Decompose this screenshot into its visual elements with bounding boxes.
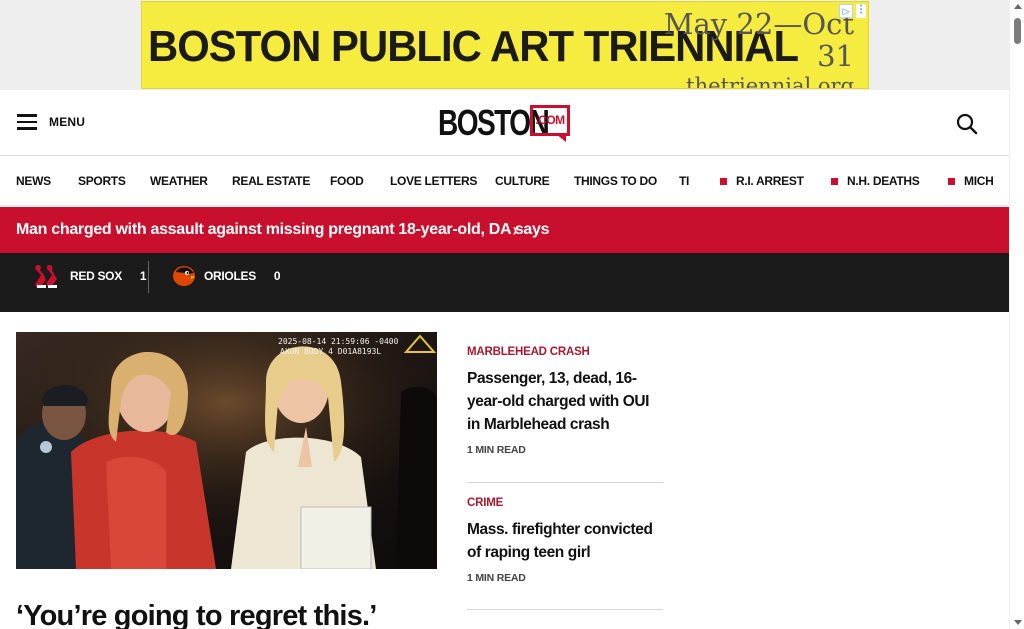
team-score: 1: [139, 269, 147, 283]
nav-item-things-to-do[interactable]: THINGS TO DO: [574, 174, 657, 188]
red-sox-logo-icon: [35, 265, 57, 288]
menu-button[interactable]: MENU: [17, 114, 85, 130]
story-list: MARBLEHEAD CRASH Passenger, 13, dead, 16…: [467, 346, 663, 610]
trending-marker: [948, 177, 955, 185]
bodycam-device-id: AXON BODY 4 D01A8193L: [280, 347, 381, 356]
nav-item-culture[interactable]: CULTURE: [495, 174, 550, 188]
scores-bar: RED SOX 1 ORIOLES 0: [0, 253, 1009, 312]
story-title[interactable]: Passenger, 13, dead, 16-year-old charged…: [467, 367, 663, 436]
section-nav: NEWS SPORTS WEATHER REAL ESTATE FOOD LOV…: [0, 156, 1009, 206]
nav-item-truncated[interactable]: TI: [679, 174, 689, 188]
trending-item[interactable]: N.H. DEATHS: [831, 174, 920, 188]
trending-item[interactable]: MICH: [948, 174, 994, 188]
breaking-news-text: Man charged with assault against missing…: [16, 221, 550, 238]
team-name: RED SOX: [70, 269, 122, 283]
trending-label: N.H. DEATHS: [847, 174, 920, 188]
nav-item-sports[interactable]: SPORTS: [78, 174, 126, 188]
site-logo[interactable]: BOSTON .COM: [438, 103, 572, 143]
scroll-up-arrow-icon[interactable]: [1014, 4, 1022, 9]
ad-dates: May 22—Oct 31: [663, 7, 854, 73]
chevron-right-icon: ›: [512, 220, 518, 240]
logo-suffix: .COM: [530, 105, 570, 136]
nav-item-news[interactable]: NEWS: [16, 174, 51, 188]
trending-label: R.I. ARREST: [736, 174, 804, 188]
nav-item-real-estate[interactable]: REAL ESTATE: [232, 174, 310, 188]
bodycam-photo: 2025-08-14 21:59:06 -0400 AXON BODY 4 D0…: [16, 332, 437, 569]
list-item[interactable]: MARBLEHEAD CRASH Passenger, 13, dead, 16…: [467, 346, 663, 483]
nav-item-food[interactable]: FOOD: [330, 174, 364, 188]
list-item[interactable]: CRIME Mass. firefighter convicted of rap…: [467, 483, 663, 610]
site-header: MENU BOSTON .COM: [0, 90, 1009, 156]
team-name: ORIOLES: [204, 269, 256, 283]
page-scrollbar[interactable]: [1009, 0, 1024, 629]
ad-details: May 22—Oct 31 thetriennial.org: [642, 7, 854, 89]
trending-marker: [831, 177, 838, 185]
advertisement-banner[interactable]: BOSTON PUBLIC ART TRIENNIAL May 22—Oct 3…: [141, 1, 869, 89]
hero-story-image[interactable]: 2025-08-14 21:59:06 -0400 AXON BODY 4 D0…: [16, 332, 437, 569]
scrollbar-thumb[interactable]: [1014, 18, 1021, 44]
ad-choices[interactable]: ▷ ⋮: [839, 4, 866, 18]
orioles-logo-icon: [173, 266, 195, 286]
trending-label: MICH: [964, 174, 994, 188]
search-icon: [956, 113, 978, 135]
menu-label: MENU: [49, 115, 86, 129]
score-divider: [148, 261, 149, 293]
nav-item-weather[interactable]: WEATHER: [150, 174, 208, 188]
adchoices-icon[interactable]: ▷: [839, 4, 853, 18]
team-score: 0: [273, 269, 281, 283]
scroll-down-arrow-icon[interactable]: [1014, 620, 1022, 625]
ad-options-icon[interactable]: ⋮: [856, 4, 866, 18]
breaking-news-banner[interactable]: Man charged with assault against missing…: [0, 207, 1009, 253]
trending-marker: [720, 177, 727, 185]
hamburger-icon: [17, 114, 37, 130]
story-read-time: 1 MIN READ: [467, 444, 526, 456]
hero-headline[interactable]: ‘You’re going to regret this.’: [16, 600, 377, 629]
logo-speech-tail: [556, 134, 566, 142]
story-title[interactable]: Mass. firefighter convicted of raping te…: [467, 518, 663, 564]
nav-item-love-letters[interactable]: LOVE LETTERS: [390, 174, 477, 188]
trending-item[interactable]: R.I. ARREST: [720, 174, 804, 188]
story-category[interactable]: CRIME: [467, 497, 663, 509]
search-button[interactable]: [956, 113, 978, 135]
bodycam-timestamp: 2025-08-14 21:59:06 -0400: [278, 337, 399, 346]
ad-url: thetriennial.org: [686, 74, 854, 89]
team-score-red-sox[interactable]: RED SOX 1: [32, 253, 147, 299]
team-score-orioles[interactable]: ORIOLES 0: [172, 253, 281, 299]
story-category[interactable]: MARBLEHEAD CRASH: [467, 346, 663, 358]
story-read-time: 1 MIN READ: [467, 572, 526, 584]
